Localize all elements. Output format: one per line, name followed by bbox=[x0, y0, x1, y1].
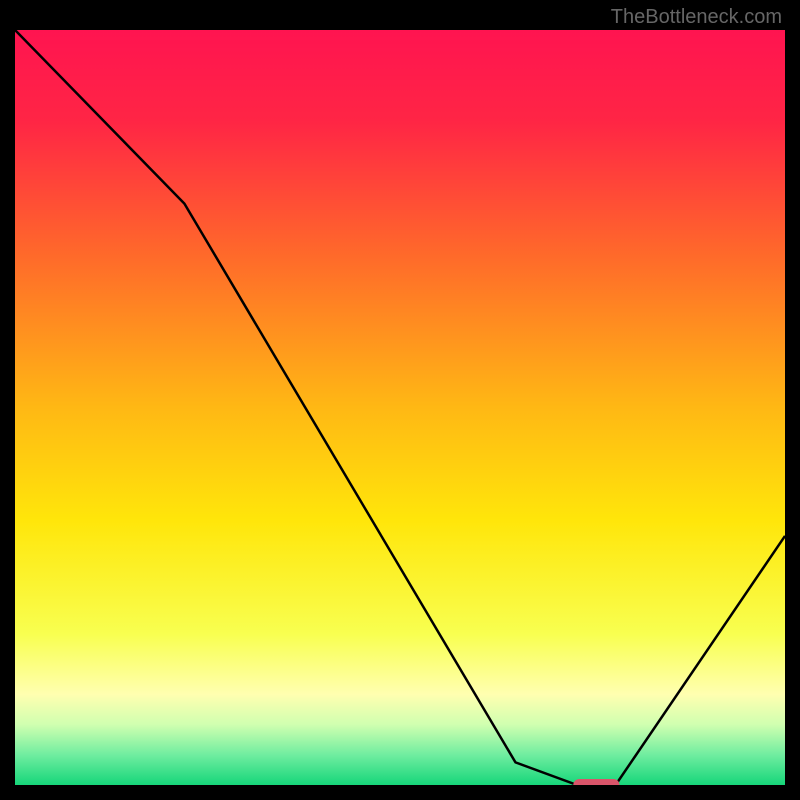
watermark-text: TheBottleneck.com bbox=[611, 6, 782, 29]
optimal-marker bbox=[573, 779, 619, 785]
chart-svg bbox=[15, 30, 785, 785]
plot-area bbox=[15, 30, 785, 785]
gradient-background bbox=[15, 30, 785, 785]
